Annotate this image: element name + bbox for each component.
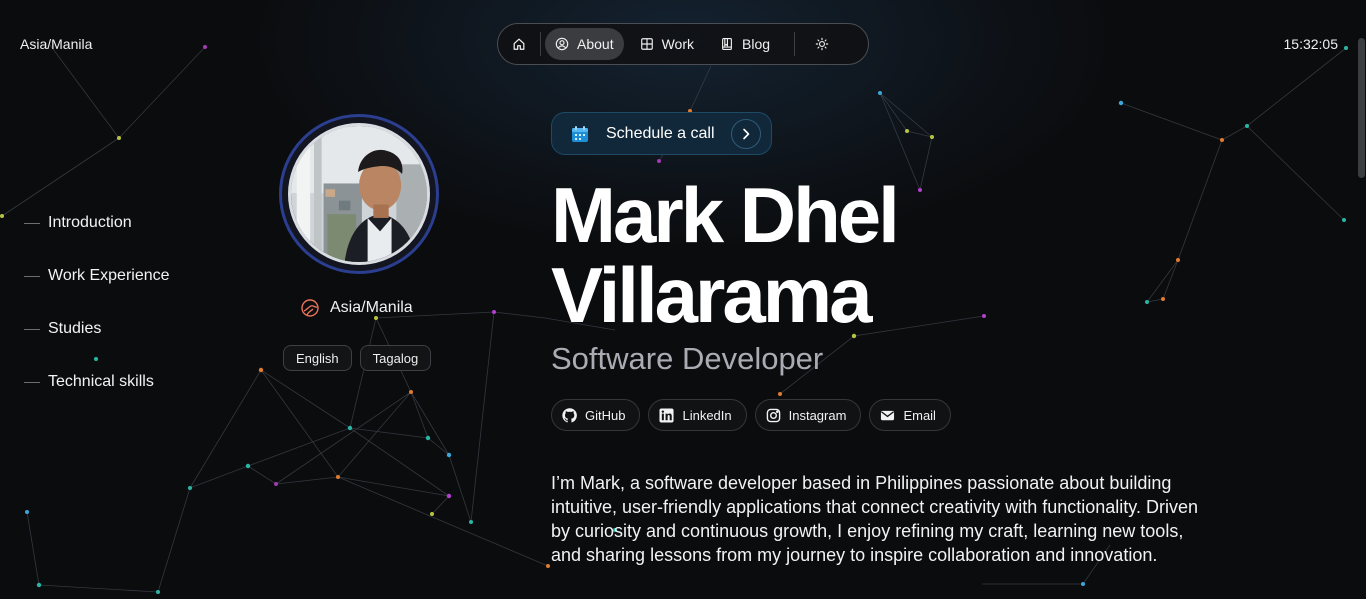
- instagram-icon: [766, 408, 780, 422]
- email-link[interactable]: Email: [869, 399, 951, 431]
- toc-item-label: Introduction: [48, 214, 132, 231]
- toc-item-introduction[interactable]: Introduction: [24, 213, 170, 233]
- theme-toggle-button[interactable]: [805, 28, 839, 60]
- globe-icon: [301, 299, 319, 317]
- nav-blog-label: Blog: [742, 36, 771, 52]
- avatar-photo: [291, 126, 427, 262]
- email-label: Email: [903, 407, 936, 423]
- toc-item-work-experience[interactable]: Work Experience: [24, 266, 170, 286]
- github-icon: [562, 407, 577, 422]
- toc-dash: [24, 381, 40, 383]
- schedule-call-button[interactable]: Schedule a call: [551, 112, 772, 155]
- avatar: [288, 123, 430, 265]
- email-icon: [881, 410, 895, 420]
- instagram-label: Instagram: [788, 407, 847, 423]
- github-label: GitHub: [585, 407, 626, 423]
- nav-work-button[interactable]: Work: [630, 28, 704, 60]
- header-timezone: Asia/Manila: [20, 36, 93, 52]
- toc-item-technical-skills[interactable]: Technical skills: [24, 372, 170, 392]
- nav-divider: [540, 32, 541, 56]
- language-tags: English Tagalog: [283, 345, 432, 371]
- grid-icon: [640, 38, 653, 50]
- toc-dash: [24, 328, 40, 330]
- profile-location-label: Asia/Manila: [330, 299, 413, 316]
- toc-dash: [24, 275, 40, 277]
- top-navigation: About Work Blog: [497, 23, 869, 65]
- hero-bio: I’m Mark, a software developer based in …: [551, 473, 1198, 565]
- avatar-ring: [279, 114, 439, 274]
- hero-name: Mark Dhel Villarama: [551, 171, 900, 339]
- header-clock: 15:32:05: [1283, 36, 1339, 52]
- table-of-contents: Introduction Work Experience Studies Tec…: [24, 213, 170, 425]
- chevron-right-icon: [743, 128, 750, 139]
- nav-home-button[interactable]: [502, 28, 536, 60]
- user-circle-icon: [555, 37, 569, 51]
- nav-about-button[interactable]: About: [545, 28, 624, 60]
- page-scrollbar[interactable]: [1356, 0, 1366, 599]
- scrollbar-thumb[interactable]: [1358, 38, 1365, 178]
- social-links: GitHub LinkedIn Instagram Email: [551, 399, 951, 431]
- toc-item-label: Work Experience: [48, 267, 170, 284]
- language-tag: Tagalog: [359, 345, 432, 371]
- home-icon: [513, 38, 525, 50]
- linkedin-link[interactable]: LinkedIn: [648, 399, 747, 431]
- toc-item-studies[interactable]: Studies: [24, 319, 170, 339]
- hero-role: Software Developer: [551, 341, 824, 376]
- toc-item-label: Studies: [48, 320, 102, 337]
- linkedin-label: LinkedIn: [682, 407, 732, 423]
- nav-about-label: About: [577, 36, 614, 52]
- nav-blog-button[interactable]: Blog: [710, 28, 780, 60]
- schedule-arrow: [731, 118, 761, 149]
- language-tag: English: [283, 345, 352, 371]
- profile-location: Asia/Manila: [300, 298, 413, 318]
- calendar-icon: [572, 125, 588, 142]
- instagram-link[interactable]: Instagram: [754, 399, 862, 431]
- schedule-call-label: Schedule a call: [606, 124, 715, 142]
- book-icon: [722, 38, 732, 50]
- toc-dash: [24, 222, 40, 224]
- sun-icon: [815, 37, 829, 51]
- toc-item-label: Technical skills: [48, 373, 154, 390]
- linkedin-icon: [659, 407, 674, 423]
- nav-divider: [794, 32, 796, 56]
- github-link[interactable]: GitHub: [551, 399, 641, 431]
- nav-work-label: Work: [661, 36, 695, 52]
